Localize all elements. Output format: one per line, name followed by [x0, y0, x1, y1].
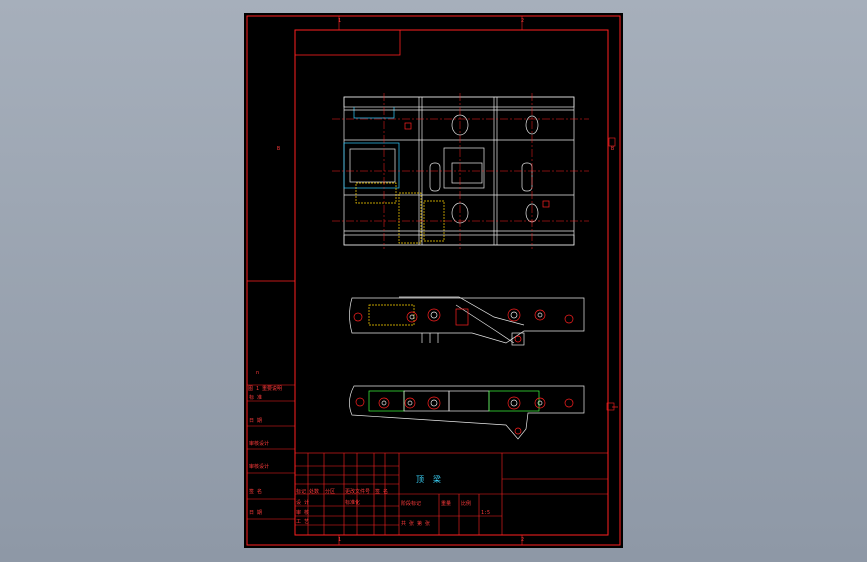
left-strip-label-2: 图 1 重要说明 — [248, 386, 283, 392]
left-strip-label-3: 标 准 — [249, 395, 263, 401]
left-strip-label-5: 审核设计 — [249, 441, 270, 447]
zone-right: B — [611, 146, 615, 152]
title-row-label-5: 设 计 — [296, 500, 310, 506]
left-strip-label-1: n — [256, 370, 260, 376]
left-strip-label-8: 日 期 — [249, 510, 263, 516]
title-row-label-2: 分区 — [325, 489, 336, 495]
left-strip-label-6: 审核设计 — [249, 464, 270, 470]
zone-bottom-1: 1 — [338, 537, 342, 543]
left-strip-label-4: 日 期 — [249, 418, 263, 424]
right-marker-1 — [608, 137, 616, 147]
weight-label: 重量 — [441, 501, 452, 507]
zone-top-1: 1 — [338, 18, 342, 24]
title-row-label-7: 审 核 — [296, 510, 310, 516]
bottom-view — [349, 385, 618, 440]
title-row-label-6: 标准化 — [345, 500, 361, 506]
title-row-label-8: 工 艺 — [296, 519, 310, 525]
drawing-canvas — [246, 15, 621, 546]
zone-bottom-2: 2 — [521, 537, 525, 543]
top-view — [332, 93, 589, 249]
left-strip-label-7: 签 名 — [249, 489, 263, 495]
outer-frame — [246, 15, 621, 546]
zone-top-2: 2 — [521, 18, 525, 24]
front-view — [349, 296, 585, 346]
drawing-title: 顶 梁 — [416, 475, 443, 484]
scale-value: 1:5 — [481, 510, 491, 516]
drawing-sheet: 1 2 1 2 B B n 图 1 重要说明 标 准 日 期 审核设计 审核设计… — [244, 13, 623, 548]
code-box — [294, 29, 401, 56]
stage-label: 阶段标记 — [401, 501, 422, 507]
zone-left: B — [277, 146, 281, 152]
title-row-label-1: 标记 处数 — [296, 489, 320, 495]
drawing-viewport[interactable]: 1 2 1 2 B B n 图 1 重要说明 标 准 日 期 审核设计 审核设计… — [0, 0, 867, 562]
title-row-label-4: 签 名 — [375, 489, 389, 495]
title-block-grid — [294, 452, 609, 536]
sheet-label: 共 张 第 张 — [401, 521, 431, 527]
inner-frame — [294, 29, 609, 536]
title-row-label-3: 更改文件号 — [345, 489, 371, 495]
scale-label: 比例 — [461, 501, 472, 507]
